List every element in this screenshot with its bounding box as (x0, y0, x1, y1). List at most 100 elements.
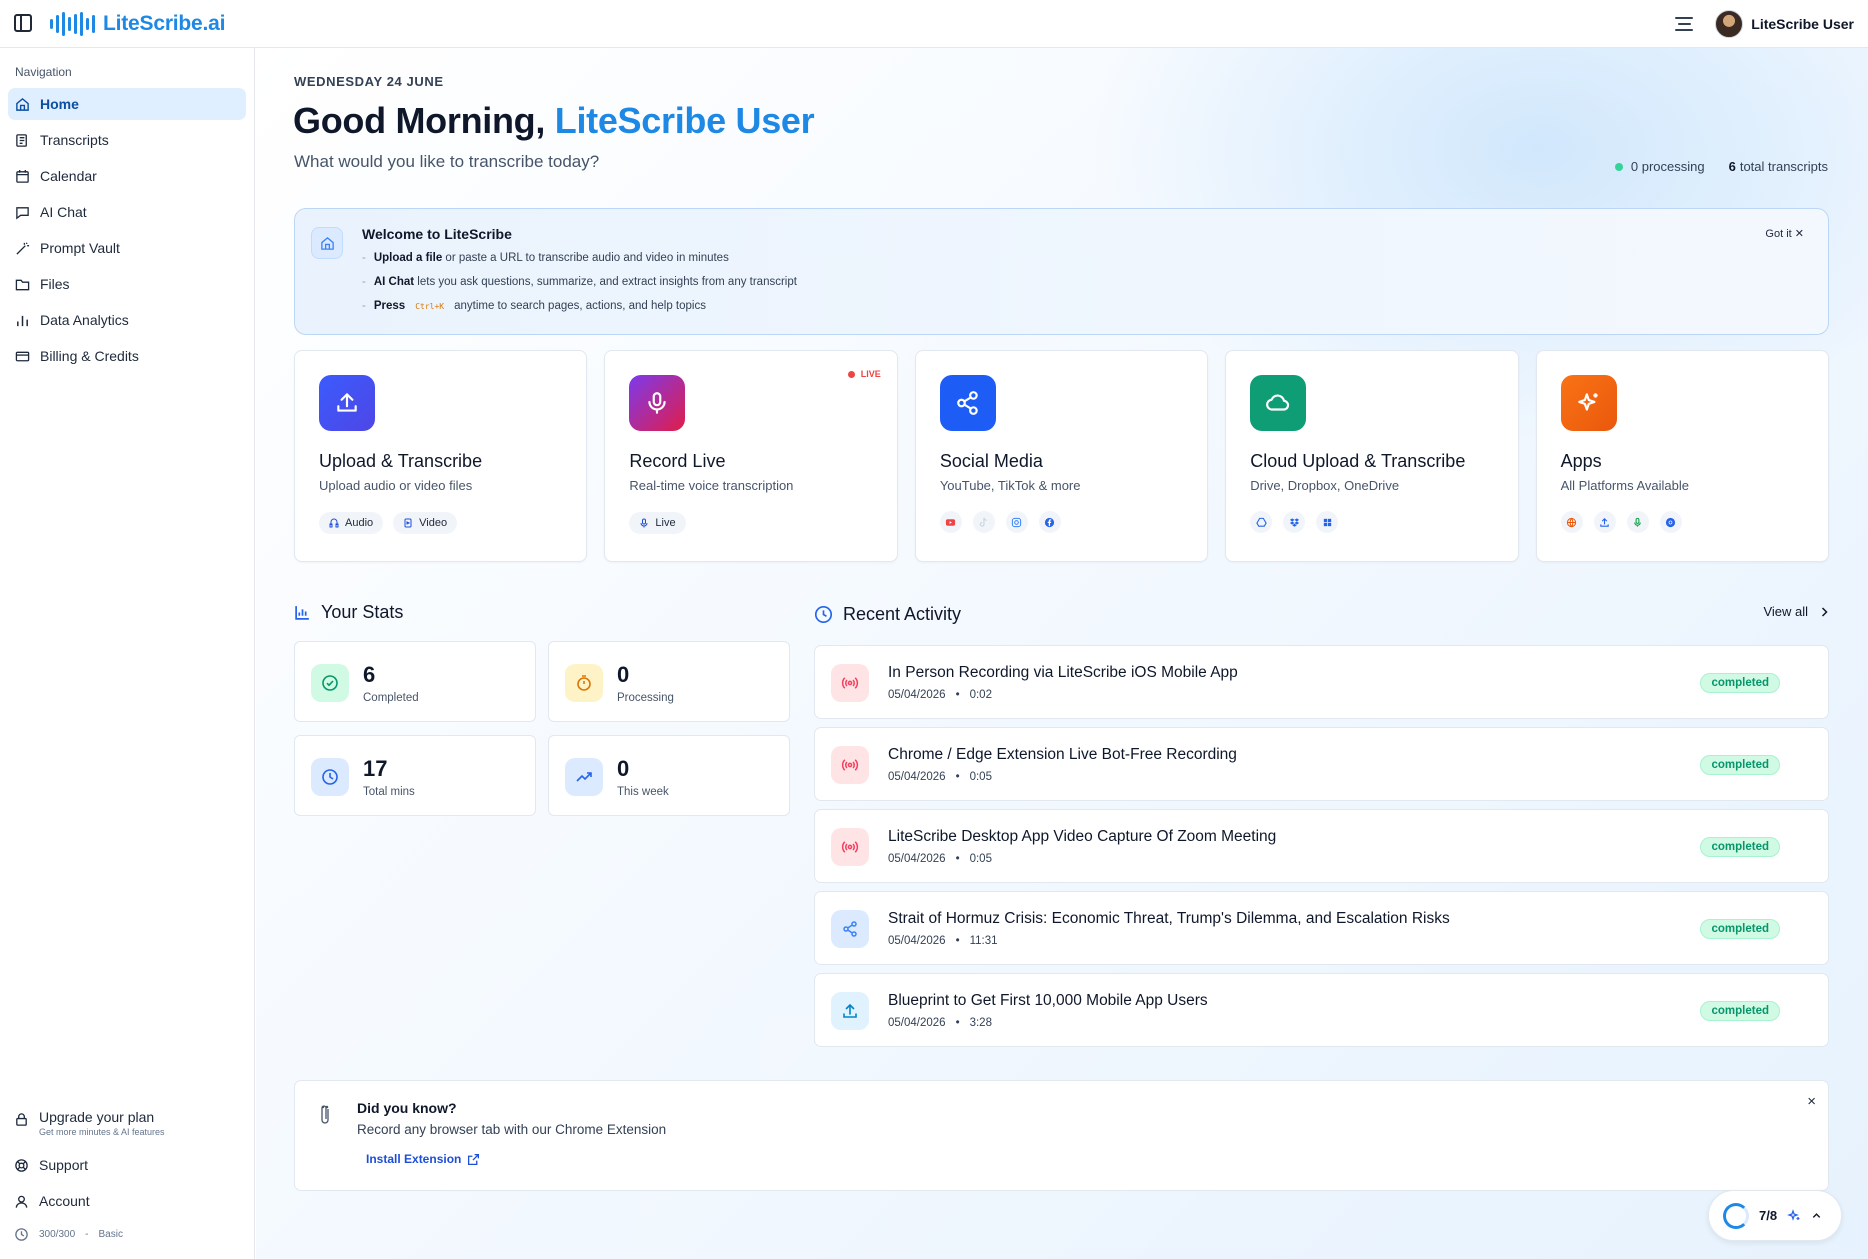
audio-chip[interactable]: Audio (319, 512, 384, 534)
sparkles-icon (1560, 375, 1617, 431)
folder-icon (15, 277, 30, 292)
live-badge: LIVE (848, 369, 881, 379)
tip-text: anytime to search pages, actions, and he… (454, 300, 706, 312)
cloud-icon (1250, 375, 1307, 431)
status-badge: completed (1700, 919, 1780, 939)
meta-separator: • (955, 935, 960, 947)
page-title: Good Morning, LiteScribe User (293, 100, 815, 142)
card-subtitle: YouTube, TikTok & more (939, 478, 1081, 493)
sidebar-item-data-analytics[interactable]: Data Analytics (8, 304, 246, 336)
sidebar-toggle-icon[interactable] (14, 14, 32, 32)
activity-row[interactable]: Strait of Hormuz Crisis: Economic Threat… (814, 891, 1829, 965)
activity-row[interactable]: Blueprint to Get First 10,000 Mobile App… (814, 973, 1829, 1047)
stat-value: 0 (617, 756, 630, 781)
chat-icon (15, 205, 30, 220)
activity-row[interactable]: In Person Recording via LiteScribe iOS M… (814, 645, 1829, 719)
did-you-know-card: Did you know? Record any browser tab wit… (294, 1080, 1829, 1191)
total-transcripts: 6 total transcripts (1729, 159, 1828, 174)
activity-row[interactable]: Chrome / Edge Extension Live Bot-Free Re… (814, 727, 1829, 801)
tip-title: Did you know? (357, 1100, 457, 1116)
lock-icon (14, 1112, 29, 1127)
sidebar-item-label: Home (40, 96, 79, 112)
view-all-link[interactable]: View all (1763, 604, 1830, 619)
user-menu[interactable]: LiteScribe User (1715, 10, 1854, 38)
video-chip[interactable]: Video (393, 512, 458, 534)
meta-separator: • (955, 1017, 960, 1029)
social-media-card[interactable]: Social Media YouTube, TikTok & more (914, 350, 1209, 562)
youtube-icon[interactable] (939, 511, 962, 533)
install-extension-link[interactable]: Install Extension (366, 1152, 480, 1166)
greeting-text: Good Morning, (293, 100, 546, 141)
sidebar-item-prompt-vault[interactable]: Prompt Vault (8, 232, 246, 264)
page-subtitle: What would you like to transcribe today? (294, 152, 600, 171)
logo-waveform-icon (50, 12, 95, 36)
dismiss-welcome-button[interactable]: Got it ✕ (1765, 227, 1804, 240)
cloud-upload-card[interactable]: Cloud Upload & Transcribe Drive, Dropbox… (1225, 350, 1519, 562)
quick-actions: Upload & Transcribe Upload audio or vide… (294, 350, 1830, 562)
instagram-icon[interactable] (1005, 511, 1028, 533)
settings-sliders-icon[interactable] (1675, 17, 1694, 31)
activity-date: 05/04/2026 (888, 771, 946, 783)
welcome-tip: - AI Chat lets you ask questions, summari… (362, 276, 797, 288)
upload-icon[interactable] (1593, 511, 1616, 533)
onboarding-progress[interactable]: 7/8 (1708, 1190, 1842, 1241)
onedrive-icon[interactable] (1316, 511, 1339, 533)
tip-bold: Press (373, 300, 406, 312)
stat-label: Total mins (363, 786, 415, 798)
share-icon (831, 910, 869, 948)
sidebar-item-files[interactable]: Files (8, 268, 246, 300)
paperclip-icon (321, 1105, 329, 1124)
card-subtitle: Real-time voice transcription (629, 478, 794, 493)
external-link-icon (468, 1153, 480, 1165)
meta-separator: • (955, 689, 960, 701)
credits-indicator: 300/300 - Basic (14, 1223, 240, 1245)
activity-title: LiteScribe Desktop App Video Capture Of … (888, 828, 1277, 845)
stats-grid: 6 Completed 0 Processing 17 Total mins 0… (294, 641, 790, 816)
sidebar-item-home[interactable]: Home (8, 88, 246, 120)
current-date: WEDNESDAY 24 JUNE (294, 74, 444, 89)
user-icon (14, 1194, 29, 1209)
activity-title: Strait of Hormuz Crisis: Economic Threat… (888, 910, 1450, 927)
welcome-tip: - Upload a file or paste a URL to transcr… (362, 252, 729, 264)
chevron-right-icon (1821, 606, 1828, 617)
calendar-icon (15, 169, 30, 184)
account-link[interactable]: Account (14, 1187, 240, 1215)
sidebar-item-calendar[interactable]: Calendar (8, 160, 246, 192)
logo[interactable]: LiteScribe.ai (50, 12, 225, 36)
activity-meta: 05/04/2026 • 0:05 (888, 853, 992, 865)
stat-label: Completed (363, 692, 419, 704)
activity-meta: 05/04/2026 • 3:28 (888, 1017, 992, 1029)
activity-date: 05/04/2026 (888, 935, 946, 947)
sidebar-item-billing[interactable]: Billing & Credits (8, 340, 246, 372)
sidebar-item-ai-chat[interactable]: AI Chat (8, 196, 246, 228)
sidebar-item-label: Files (40, 276, 70, 292)
facebook-icon[interactable] (1038, 511, 1061, 533)
meta-separator: • (955, 771, 960, 783)
card-title: Apps (1560, 451, 1602, 471)
upload-transcribe-card[interactable]: Upload & Transcribe Upload audio or vide… (294, 350, 588, 562)
google-drive-icon[interactable] (1250, 511, 1273, 533)
activity-meta: 05/04/2026 • 11:31 (888, 935, 998, 947)
chip-label: Live (655, 517, 676, 529)
record-live-card[interactable]: LIVE Record Live Real-time voice transcr… (604, 350, 898, 562)
stats-section-title: Your Stats (294, 602, 403, 623)
card-subtitle: Drive, Dropbox, OneDrive (1250, 478, 1400, 493)
web-icon[interactable] (1560, 511, 1583, 533)
apps-card[interactable]: Apps All Platforms Available (1535, 350, 1830, 562)
upgrade-plan-link[interactable]: Upgrade your plan Get more minutes & AI … (14, 1109, 240, 1137)
chrome-icon[interactable] (1659, 511, 1682, 533)
close-tip-button[interactable]: × (1807, 1093, 1816, 1110)
status-badge: completed (1700, 837, 1780, 857)
dropbox-icon[interactable] (1283, 511, 1306, 533)
transcripts-icon (15, 133, 30, 148)
mic-icon[interactable] (1626, 511, 1649, 533)
support-link[interactable]: Support (14, 1151, 240, 1179)
sidebar-item-transcripts[interactable]: Transcripts (8, 124, 246, 156)
logo-text: LiteScribe.ai (103, 12, 226, 35)
live-chip[interactable]: Live (629, 512, 686, 534)
activity-row[interactable]: LiteScribe Desktop App Video Capture Of … (814, 809, 1829, 883)
trending-up-icon (565, 758, 603, 796)
tiktok-icon[interactable] (972, 511, 995, 533)
sidebar-item-label: Prompt Vault (40, 240, 120, 256)
top-bar: LiteScribe.ai LiteScribe User (0, 0, 1868, 48)
